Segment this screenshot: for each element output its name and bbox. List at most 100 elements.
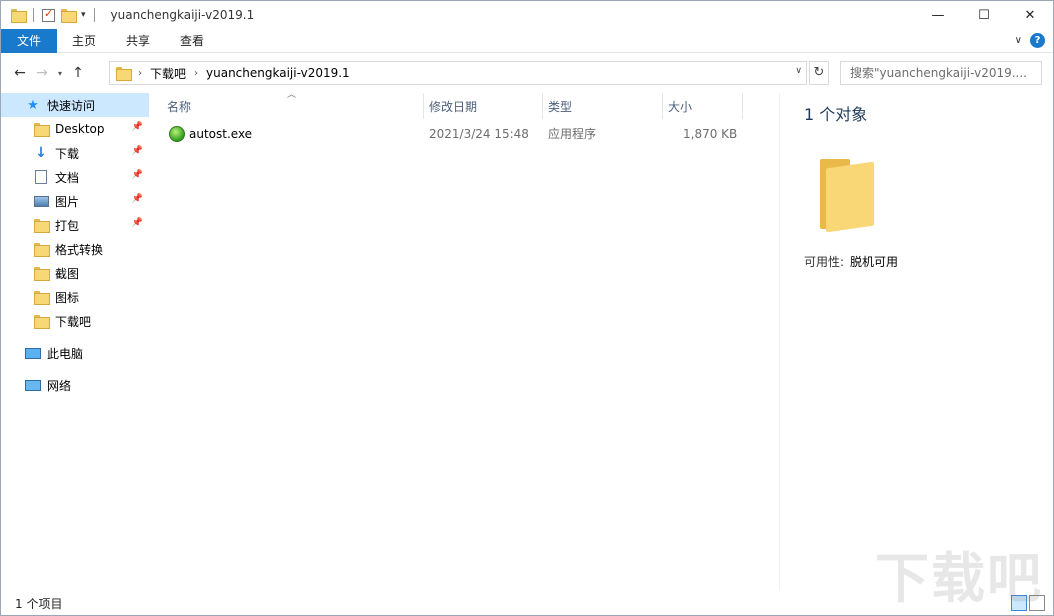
column-header-modified[interactable]: 修改日期 <box>429 93 477 119</box>
separator <box>33 8 34 22</box>
item-count: 1 个项目 <box>15 596 63 611</box>
file-list: ︿ 名称 修改日期 类型 大小 autost.exe 2021/3/24 15:… <box>149 90 779 591</box>
separator <box>93 8 95 22</box>
watermark-logo: 下载吧 <box>875 547 1043 610</box>
maximize-button[interactable]: ☐ <box>961 1 1007 29</box>
sidebar-item-label: 截图 <box>55 266 80 281</box>
folder-icon <box>33 313 50 329</box>
sidebar-item-label: 图标 <box>55 290 80 305</box>
star-icon: ★ <box>27 97 39 113</box>
availability-label: 可用性: <box>804 255 845 269</box>
application-icon <box>169 126 185 142</box>
sidebar-item-xiazaiba[interactable]: 下载吧 <box>1 309 149 333</box>
sidebar-item-label: 下载吧 <box>55 314 92 329</box>
properties-icon[interactable] <box>42 7 55 22</box>
sidebar-item-network[interactable]: 网络 <box>1 373 149 397</box>
sidebar-item-label: 快速访问 <box>47 98 96 113</box>
sidebar-item-label: 格式转换 <box>55 242 104 257</box>
column-divider[interactable] <box>423 93 424 119</box>
window-controls: — ☐ ✕ <box>915 1 1053 29</box>
chevron-down-icon[interactable]: ∨ <box>795 66 802 76</box>
up-arrow-icon[interactable]: ↑ <box>67 65 89 81</box>
navigation-pane: ★ 快速访问 Desktop 📌 ↓ 下载 📌 文档 📌 图片 📌 打包 📌 格… <box>1 93 149 591</box>
folder-icon <box>11 9 27 23</box>
title-bar: ▾ yuanchengkaiji-v2019.1 — ☐ ✕ <box>1 1 1053 29</box>
details-title: 1 个对象 <box>804 105 868 124</box>
folder-icon <box>33 289 50 305</box>
column-divider[interactable] <box>742 93 743 119</box>
refresh-icon[interactable]: ↻ <box>809 61 829 85</box>
sidebar-item-pictures[interactable]: 图片 📌 <box>1 189 149 213</box>
computer-icon <box>25 345 41 361</box>
column-header-size[interactable]: 大小 <box>668 93 692 119</box>
column-divider[interactable] <box>542 93 543 119</box>
document-icon <box>33 169 49 185</box>
chevron-right-icon[interactable]: › <box>138 68 142 79</box>
sidebar-item-screenshot[interactable]: 截图 <box>1 261 149 285</box>
pin-icon: 📌 <box>131 194 143 204</box>
tab-file[interactable]: 文件 <box>1 28 58 53</box>
sidebar-item-label: 下载 <box>55 146 80 161</box>
sidebar-item-documents[interactable]: 文档 📌 <box>1 165 149 189</box>
sidebar-item-quick-access[interactable]: ★ 快速访问 <box>1 93 149 117</box>
tab-home[interactable]: 主页 <box>57 29 111 53</box>
download-icon: ↓ <box>35 145 47 161</box>
forward-arrow-icon[interactable]: → <box>31 65 53 81</box>
navigation-bar: ← → ▾ ↑ › 下载吧 › yuanchengkaiji-v2019.1 ∨… <box>1 57 1053 89</box>
ribbon-right: ∨ ? <box>1015 33 1045 48</box>
explorer-window: ▾ yuanchengkaiji-v2019.1 — ☐ ✕ 文件 主页 共享 … <box>0 0 1054 616</box>
sidebar-item-format-convert[interactable]: 格式转换 <box>1 237 149 261</box>
sidebar-item-package[interactable]: 打包 📌 <box>1 213 149 237</box>
minimize-button[interactable]: — <box>915 1 961 29</box>
file-type: 应用程序 <box>548 127 597 141</box>
sidebar-item-desktop[interactable]: Desktop 📌 <box>1 117 149 141</box>
tab-share[interactable]: 共享 <box>111 29 165 53</box>
folder-icon <box>33 265 50 281</box>
ribbon-tabs: 文件 主页 共享 查看 ∨ ? <box>1 28 1053 53</box>
folder-icon <box>33 121 50 137</box>
pin-icon: 📌 <box>131 122 143 132</box>
availability-value: 脱机可用 <box>850 255 899 269</box>
file-name: autost.exe <box>189 127 253 141</box>
help-icon[interactable]: ? <box>1030 33 1045 48</box>
recent-locations-icon[interactable]: ▾ <box>53 69 67 78</box>
breadcrumb-item[interactable]: 下载吧 <box>150 65 186 82</box>
sidebar-item-label: 图片 <box>55 194 80 209</box>
pin-icon: 📌 <box>131 218 143 228</box>
chevron-right-icon[interactable]: › <box>194 68 198 79</box>
column-divider[interactable] <box>662 93 663 119</box>
search-input[interactable]: 搜索"yuanchengkaiji-v2019.... <box>840 61 1042 85</box>
address-bar[interactable]: › 下载吧 › yuanchengkaiji-v2019.1 ∨ <box>109 61 807 85</box>
column-header-name[interactable]: 名称 <box>167 93 191 119</box>
sidebar-item-label: Desktop <box>55 122 105 136</box>
sidebar-item-downloads[interactable]: ↓ 下载 📌 <box>1 141 149 165</box>
file-size: 1,870 KB <box>683 127 738 141</box>
folder-icon <box>820 159 876 233</box>
sidebar-item-label: 此电脑 <box>47 346 84 361</box>
table-row[interactable]: autost.exe 2021/3/24 15:48 应用程序 1,870 KB <box>149 123 779 145</box>
column-header-type[interactable]: 类型 <box>548 93 572 119</box>
sort-ascending-icon: ︿ <box>287 90 297 100</box>
new-folder-icon[interactable] <box>61 9 77 23</box>
customize-toolbar-icon[interactable]: ▾ <box>81 10 86 20</box>
back-arrow-icon[interactable]: ← <box>9 65 31 81</box>
pin-icon: 📌 <box>131 146 143 156</box>
folder-icon <box>116 67 132 81</box>
sidebar-item-label: 打包 <box>55 218 80 233</box>
details-pane: 1 个对象 可用性: 脱机可用 <box>779 93 1053 591</box>
breadcrumb-item[interactable]: yuanchengkaiji-v2019.1 <box>206 66 350 80</box>
file-modified: 2021/3/24 15:48 <box>429 127 529 141</box>
tab-view[interactable]: 查看 <box>165 29 219 53</box>
sidebar-item-label: 文档 <box>55 170 80 185</box>
folder-icon <box>33 217 50 233</box>
expand-ribbon-icon[interactable]: ∨ <box>1015 35 1022 46</box>
window-title: yuanchengkaiji-v2019.1 <box>110 8 255 22</box>
pin-icon: 📌 <box>131 170 143 180</box>
sidebar-item-icons[interactable]: 图标 <box>1 285 149 309</box>
picture-icon <box>33 193 49 209</box>
network-icon <box>25 377 41 393</box>
sidebar-item-label: 网络 <box>47 378 72 393</box>
quick-access-toolbar: ▾ <box>1 7 97 23</box>
close-button[interactable]: ✕ <box>1007 1 1053 29</box>
sidebar-item-this-pc[interactable]: 此电脑 <box>1 341 149 365</box>
